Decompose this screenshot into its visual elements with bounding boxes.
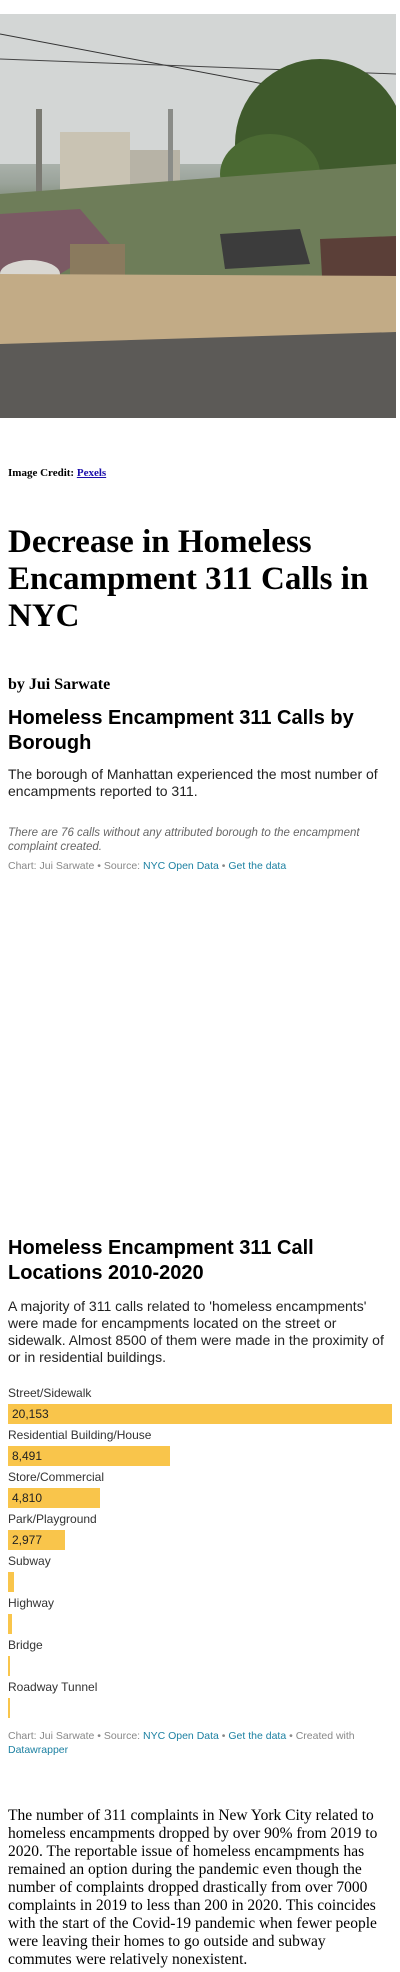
footer-separator: • — [218, 1730, 229, 1742]
bar-value-label: 2,977 — [12, 1533, 43, 1547]
bar-value-label: 20,153 — [12, 1407, 49, 1421]
article-title: Decrease in Homeless Encampment 311 Call… — [8, 524, 369, 634]
chart-locations-title: Homeless Encampment 311 Call Locations 2… — [8, 1237, 314, 1284]
bar-category-label: Highway — [8, 1596, 55, 1610]
chart-borough-title: Homeless Encampment 311 Calls by Borough — [8, 707, 354, 754]
footer-separator: • Source: — [94, 1730, 143, 1742]
bar-category-label: Roadway Tunnel — [8, 1680, 98, 1694]
chart-borough-description: The borough of Manhattan experienced the… — [8, 766, 378, 799]
bar-category-label: Park/Playground — [8, 1512, 97, 1526]
pexels-link[interactable]: Pexels — [77, 467, 106, 479]
bar-value-label: 4,810 — [12, 1491, 43, 1505]
bar-track: 2,977 — [8, 1530, 392, 1550]
bar-track — [8, 1572, 392, 1592]
bar-category-label: Store/Commercial — [8, 1470, 105, 1484]
bar-track — [8, 1656, 392, 1676]
chart-borough-footer: Chart: Jui Sarwate • Source: NYC Open Da… — [8, 859, 388, 873]
bar-category-label: Bridge — [8, 1638, 43, 1652]
bar-track — [8, 1698, 392, 1718]
bar-track: 4,810 — [8, 1488, 392, 1508]
tower — [168, 109, 173, 189]
footer-separator: • — [218, 860, 229, 872]
get-data-link[interactable]: Get the data — [228, 860, 286, 872]
road — [0, 332, 396, 418]
encampment-photo-illustration — [0, 14, 396, 418]
debris — [70, 244, 125, 279]
get-data-link[interactable]: Get the data — [228, 1730, 286, 1742]
building — [60, 132, 130, 192]
bar-row: Residential Building/House 8,491 — [8, 1428, 392, 1466]
dirt-ground — [0, 274, 396, 344]
bar-row: Bridge — [8, 1638, 392, 1676]
chart-locations-description: A majority of 311 calls related to 'home… — [8, 1298, 384, 1365]
bar — [8, 1614, 13, 1634]
source-link[interactable]: NYC Open Data — [143, 1730, 219, 1742]
bar — [8, 1404, 392, 1424]
footer-separator: • Source: — [94, 860, 143, 872]
bar-row: Roadway Tunnel — [8, 1680, 392, 1718]
bar-row: Street/Sidewalk 20,153 — [8, 1386, 392, 1424]
bar-track: 8,491 — [8, 1446, 392, 1466]
bar-category-label: Subway — [8, 1554, 51, 1568]
bar-row: Highway — [8, 1596, 392, 1634]
bar — [8, 1656, 10, 1676]
source-link[interactable]: NYC Open Data — [143, 860, 219, 872]
image-credit: Image Credit: Pexels — [8, 467, 106, 479]
bar-value-label: 8,491 — [12, 1449, 43, 1463]
tarp-shelter — [320, 236, 396, 276]
chart-credit: Chart: Jui Sarwate — [8, 1730, 95, 1742]
chart-borough-note: There are 76 calls without any attribute… — [8, 827, 360, 853]
image-credit-label: Image Credit: — [8, 467, 75, 479]
bar-row: Store/Commercial 4,810 — [8, 1470, 392, 1508]
tarp-shelter — [220, 229, 310, 269]
bar-track: 20,153 — [8, 1404, 392, 1424]
bar-track — [8, 1614, 392, 1634]
bar-category-label: Street/Sidewalk — [8, 1386, 92, 1400]
bar-row: Subway — [8, 1554, 392, 1592]
article-byline: by Jui Sarwate — [8, 676, 111, 693]
bar — [8, 1698, 10, 1718]
bar — [8, 1572, 15, 1592]
hero-photo — [0, 14, 396, 418]
chart-locations-footer: Chart: Jui Sarwate • Source: NYC Open Da… — [8, 1729, 388, 1757]
bar-category-label: Residential Building/House — [8, 1428, 152, 1442]
article-paragraph: The number of 311 complaints in New York… — [8, 1807, 378, 1968]
chart-credit: Chart: Jui Sarwate — [8, 860, 95, 872]
bar-row: Park/Playground 2,977 — [8, 1512, 392, 1550]
footer-separator: • Created with — [286, 1730, 355, 1742]
datawrapper-link[interactable]: Datawrapper — [8, 1744, 68, 1756]
